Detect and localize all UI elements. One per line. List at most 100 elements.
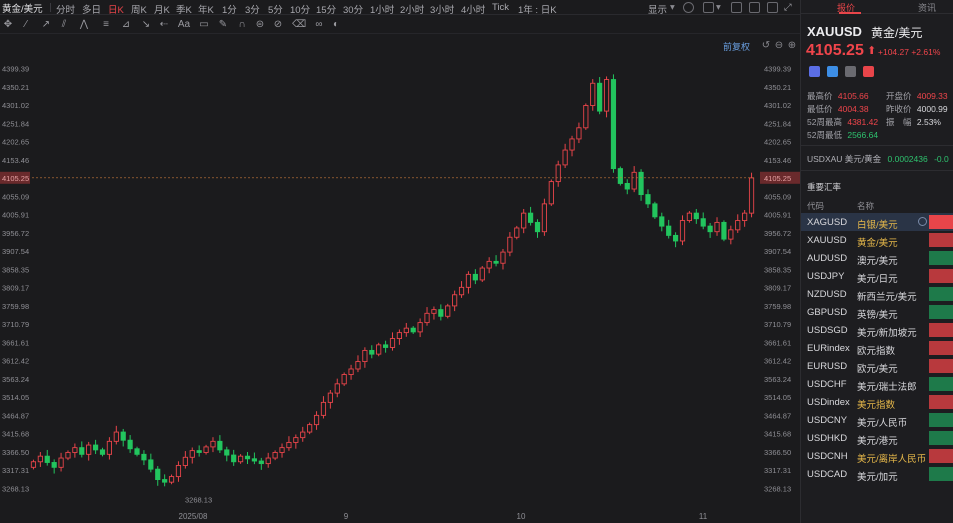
timeframe-18[interactable]: 1年 : 日K — [518, 2, 557, 14]
candle-body — [217, 440, 223, 451]
settings-icon[interactable] — [918, 217, 927, 226]
share-icon[interactable] — [827, 66, 838, 77]
timeframe-3[interactable]: 周K — [131, 2, 147, 14]
link-icon[interactable]: ∞ — [312, 19, 326, 31]
arrow-left-tool-icon[interactable]: ⇠ — [158, 19, 170, 31]
timeframe-8[interactable]: 3分 — [245, 2, 260, 14]
timeframe-13[interactable]: 1小时 — [370, 2, 394, 14]
fx-row-audusd[interactable]: AUDUSD 澳元/美元 — [801, 249, 953, 267]
lock-icon[interactable]: ⊜ — [254, 19, 266, 31]
y-tick-left: 4399.39 — [2, 65, 29, 74]
timeframe-10[interactable]: 10分 — [290, 2, 310, 14]
timeframe-5[interactable]: 季K — [176, 2, 192, 14]
camera-icon[interactable] — [731, 2, 742, 13]
fullscreen-icon[interactable]: ⤢ — [784, 2, 792, 13]
timeframe-0[interactable]: 分时 — [56, 2, 75, 14]
fx-row-usdindex[interactable]: USDindex 美元指数 — [801, 393, 953, 411]
timeframe-9[interactable]: 5分 — [268, 2, 283, 14]
symbol-tab[interactable]: 黄金/美元 — [2, 1, 43, 14]
candle-body — [597, 82, 603, 112]
timeframe-6[interactable]: 年K — [198, 2, 214, 14]
fx-row-eurindex[interactable]: EURindex 欧元指数 — [801, 339, 953, 357]
52w-high-label: 52周最高 — [807, 117, 842, 127]
pattern-tool-icon[interactable]: ⋀ — [78, 19, 90, 31]
header-code: 代码 — [807, 201, 825, 211]
pencil-icon[interactable]: ✎ — [217, 19, 229, 31]
chevron-down-icon[interactable]: ▾ — [716, 2, 721, 13]
magnet-icon[interactable]: ∩ — [236, 19, 248, 31]
crosshair-icon[interactable]: ✥ — [2, 19, 14, 31]
candlestick-chart[interactable]: 4399.39 4350.21 4301.02 4251.84 4202.65 4153.… — [0, 35, 800, 523]
timeframe-4[interactable]: 月K — [154, 2, 170, 14]
timeframe-12[interactable]: 30分 — [343, 2, 363, 14]
layout-icon[interactable] — [703, 2, 714, 13]
delete-icon[interactable]: ⌫ — [292, 19, 306, 31]
candle-body — [244, 455, 251, 460]
fx-row-usdcad[interactable]: USDCAD 美元/加元 — [801, 465, 953, 483]
candle-body — [645, 194, 651, 205]
y-tick-left: 3956.72 — [2, 229, 29, 238]
fx-row-usdcny[interactable]: USDCNY 美元/人民币 — [801, 411, 953, 429]
divider — [801, 145, 953, 146]
display-menu[interactable]: 显示 — [648, 2, 667, 14]
fx-row-usdjpy[interactable]: USDJPY 美元/日元 — [801, 267, 953, 285]
ray-tool-icon[interactable]: ↗ — [40, 19, 52, 31]
fx-code: USDindex — [807, 397, 850, 408]
chart-icon[interactable] — [845, 66, 856, 77]
rect-tool-icon[interactable]: ▭ — [198, 19, 210, 31]
parallel-tool-icon[interactable]: ⫽ — [58, 19, 70, 31]
x-axis: 3268.13 2025/08 9 10 11 — [179, 495, 708, 521]
timeframe-16[interactable]: 4小时 — [461, 2, 485, 14]
fx-row-usdcnh[interactable]: USDCNH 美元/离岸人民币 — [801, 447, 953, 465]
fx-row-usdchf[interactable]: USDCHF 美元/瑞士法郎 — [801, 375, 953, 393]
chevron-down-icon[interactable]: ▾ — [670, 2, 675, 13]
candle-body — [610, 79, 617, 170]
y-tick-left: 4251.84 — [2, 119, 29, 128]
fx-row-gbpusd[interactable]: GBPUSD 英镑/美元 — [801, 303, 953, 321]
timeframe-17[interactable]: Tick — [492, 2, 509, 13]
line-tool-icon[interactable]: ⁄ — [20, 19, 32, 31]
y-tick-left: 3710.79 — [2, 320, 29, 329]
fx-code: USDCNH — [807, 451, 848, 462]
candle-body — [162, 479, 168, 483]
fx-row-xagusd[interactable]: XAGUSD 白银/美元 — [801, 213, 953, 231]
price-adjust-label[interactable]: 前复权 — [723, 40, 750, 53]
fx-row-usdhkd[interactable]: USDHKD 美元/港元 — [801, 429, 953, 447]
timeframe-1[interactable]: 多日 — [82, 2, 101, 14]
candle-body — [203, 446, 209, 453]
y-tick-right: 3858.35 — [764, 265, 791, 274]
settings-icon[interactable] — [683, 2, 694, 13]
compare-icon[interactable] — [809, 66, 820, 77]
candle-body — [659, 216, 665, 227]
text-tool-icon[interactable]: Aa — [176, 19, 192, 31]
timeframe-11[interactable]: 15分 — [316, 2, 336, 14]
window-icon[interactable] — [749, 2, 760, 13]
candle-body — [348, 368, 354, 375]
zoom-out-icon[interactable]: ⊖ — [773, 40, 785, 52]
more-icon[interactable]: ◐ — [330, 19, 342, 31]
fx-row-eurusd[interactable]: EURUSD 欧元/美元 — [801, 357, 953, 375]
usdxau-label: USDXAU 美元/黄金 — [807, 154, 882, 164]
fx-row-xauusd[interactable]: XAUUSD 黄金/美元 — [801, 231, 953, 249]
y-tick-left: 4005.91 — [2, 211, 29, 220]
timeframe-2[interactable]: 日K — [108, 2, 124, 14]
hide-icon[interactable]: ⊘ — [272, 19, 284, 31]
y-tick-right: 3268.13 — [764, 484, 791, 493]
tab-news[interactable]: 资讯 — [918, 1, 936, 14]
timeframe-15[interactable]: 3小时 — [430, 2, 454, 14]
candle-body — [272, 452, 278, 459]
timeframe-14[interactable]: 2小时 — [400, 2, 424, 14]
alarm-icon[interactable] — [767, 2, 778, 13]
measure-tool-icon[interactable]: ⊿ — [120, 19, 132, 31]
usdxau-row[interactable]: USDXAU 美元/黄金 0.0002436 -0.0 — [807, 153, 949, 165]
fib-tool-icon[interactable]: ≡ — [100, 19, 112, 31]
fx-row-nzdusd[interactable]: NZDUSD 新西兰元/美元 — [801, 285, 953, 303]
arrow-tool-icon[interactable]: ↘ — [140, 19, 152, 31]
fx-row-usdsgd[interactable]: USDSGD 美元/新加坡元 — [801, 321, 953, 339]
zoom-in-icon[interactable]: ⊕ — [786, 40, 798, 52]
reset-icon[interactable]: ↺ — [760, 40, 772, 52]
y-tick-right: 3464.87 — [764, 411, 791, 420]
candle-body — [673, 234, 679, 242]
favorite-heart-icon[interactable] — [863, 66, 874, 77]
timeframe-7[interactable]: 1分 — [222, 2, 237, 14]
